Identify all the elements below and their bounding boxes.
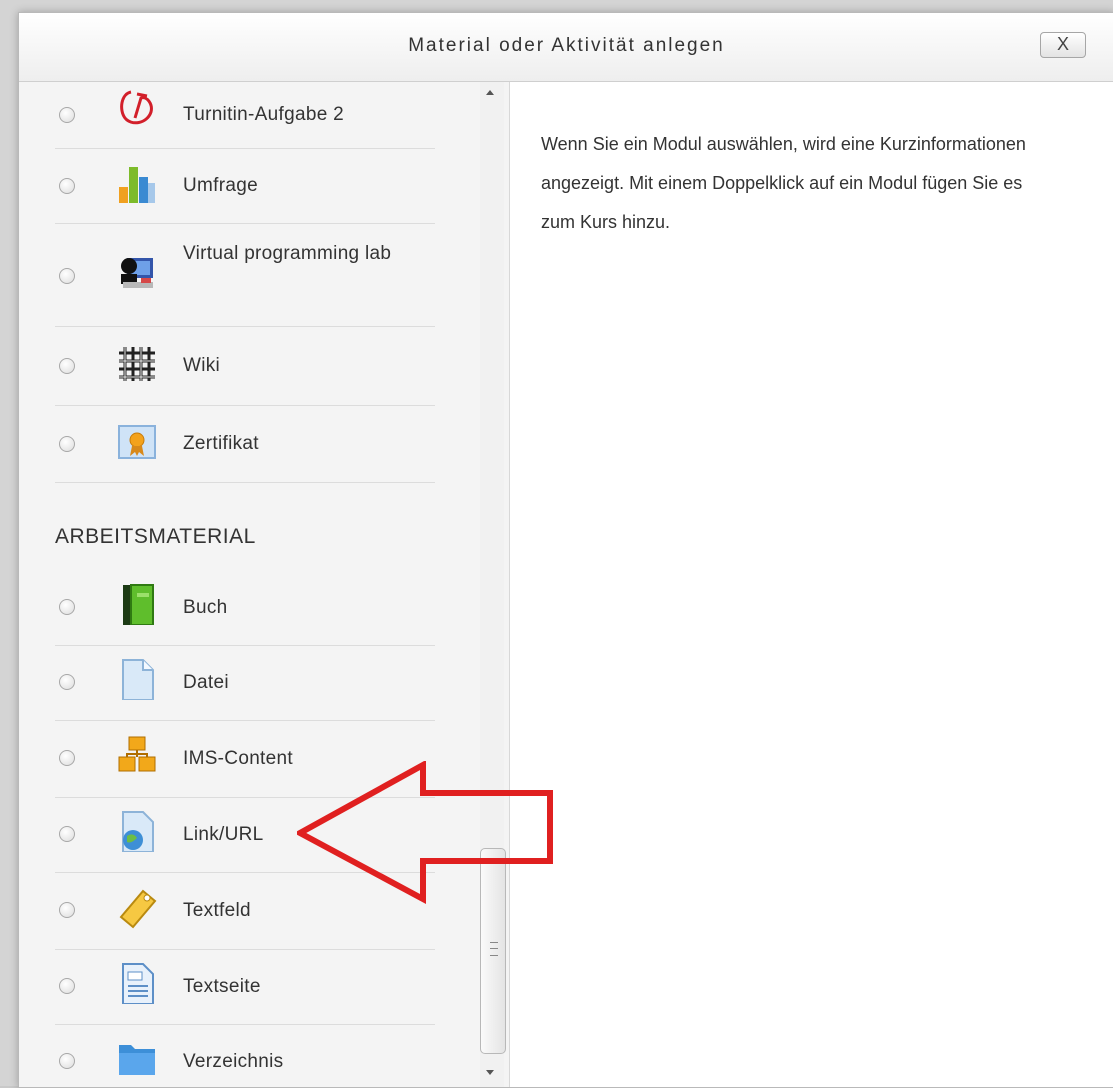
folder-icon — [119, 1045, 155, 1075]
list-scrollbar[interactable] — [480, 82, 506, 1087]
scroll-up-arrow-icon[interactable] — [486, 90, 494, 95]
module-label: Buch — [183, 597, 228, 618]
url-globe-icon — [122, 811, 154, 852]
radio-button[interactable] — [59, 268, 75, 284]
certificate-icon — [118, 425, 156, 459]
module-label: Virtual programming lab — [183, 243, 392, 264]
module-label: IMS-Content — [183, 748, 293, 769]
grip-icon — [490, 942, 498, 956]
label-tag-icon — [119, 889, 157, 929]
book-icon — [123, 584, 154, 625]
radio-button[interactable] — [59, 107, 75, 123]
list-item-datei[interactable]: Datei — [55, 646, 435, 721]
section-heading-resources: ARBEITSMATERIAL — [55, 525, 256, 548]
radio-button[interactable] — [59, 599, 75, 615]
module-label: Textseite — [183, 976, 261, 997]
list-item-textseite[interactable]: Textseite — [55, 950, 435, 1025]
radio-button[interactable] — [59, 674, 75, 690]
list-item-verzeichnis[interactable]: Verzeichnis — [55, 1025, 435, 1087]
annotation-arrow-icon — [297, 761, 553, 905]
module-label: Turnitin-Aufgabe 2 — [183, 104, 345, 125]
radio-button[interactable] — [59, 358, 75, 374]
list-item-buch[interactable]: Buch — [55, 571, 435, 646]
turnitin-icon — [120, 90, 153, 125]
survey-chart-icon — [119, 167, 155, 203]
file-icon — [122, 659, 154, 700]
list-item-wiki[interactable]: Wiki — [55, 327, 435, 406]
vpl-icon — [121, 258, 153, 288]
radio-button[interactable] — [59, 902, 75, 918]
module-label: Verzeichnis — [183, 1051, 284, 1072]
ims-package-icon — [118, 736, 156, 772]
radio-button[interactable] — [59, 178, 75, 194]
radio-button[interactable] — [59, 978, 75, 994]
module-label: Zertifikat — [183, 433, 259, 454]
module-label: Textfeld — [183, 900, 251, 921]
page-icon — [122, 963, 154, 1004]
module-label: Datei — [183, 672, 229, 693]
module-label: Link/URL — [183, 824, 264, 845]
radio-button[interactable] — [59, 826, 75, 842]
scroll-down-arrow-icon[interactable] — [486, 1070, 494, 1075]
radio-button[interactable] — [59, 750, 75, 766]
list-item-turnitin[interactable]: Turnitin-Aufgabe 2 — [55, 82, 435, 149]
list-item-umfrage[interactable]: Umfrage — [55, 149, 435, 224]
add-activity-dialog: Material oder Aktivität anlegen X Turnit… — [18, 12, 1113, 1088]
radio-button[interactable] — [59, 436, 75, 452]
close-button[interactable]: X — [1040, 32, 1086, 58]
dialog-titlebar: Material oder Aktivität anlegen X — [19, 13, 1113, 82]
list-item-vpl[interactable]: Virtual programming lab — [55, 224, 435, 327]
radio-button[interactable] — [59, 1053, 75, 1069]
module-info-text: Wenn Sie ein Modul auswählen, wird eine … — [541, 134, 1026, 232]
dialog-title: Material oder Aktivität anlegen — [408, 35, 725, 56]
list-item-zertifikat[interactable]: Zertifikat — [55, 406, 435, 483]
module-list-pane: Turnitin-Aufgabe 2 Umfrage Virtual progr… — [19, 82, 510, 1087]
module-label: Umfrage — [183, 175, 258, 196]
module-label: Wiki — [183, 355, 221, 376]
wiki-icon — [119, 347, 155, 381]
